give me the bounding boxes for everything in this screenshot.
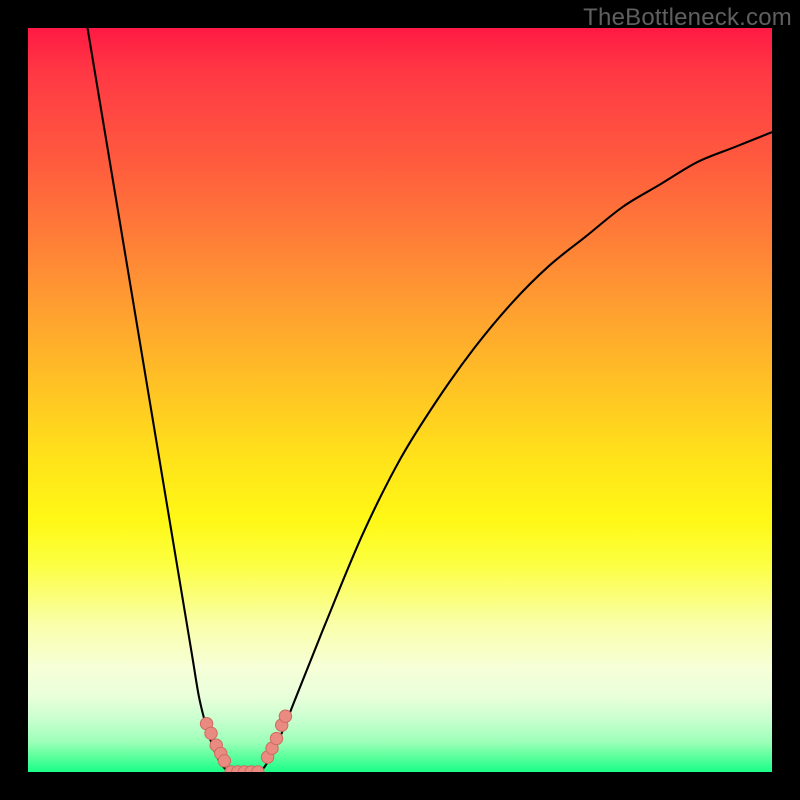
data-marker — [270, 732, 282, 744]
chart-markers-svg — [28, 28, 772, 772]
watermark-text: TheBottleneck.com — [583, 4, 792, 32]
chart-plot-area — [28, 28, 772, 772]
data-markers — [200, 710, 291, 772]
data-marker — [205, 727, 217, 739]
data-marker — [218, 755, 230, 767]
data-marker — [279, 710, 291, 722]
